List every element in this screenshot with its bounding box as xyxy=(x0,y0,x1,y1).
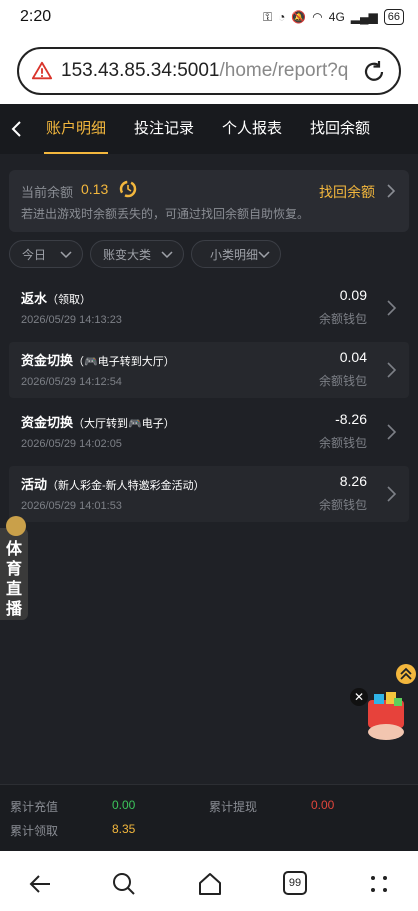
record-title: 资金切换（大厅转到🎮电子） xyxy=(21,412,175,431)
withdraw-total-value: 0.00 xyxy=(311,798,335,812)
record-subtype: （大厅转到🎮电子） xyxy=(73,418,175,430)
chevron-down-icon xyxy=(258,251,270,259)
address-bar[interactable]: 153.43.85.34:5001/home/report?q xyxy=(17,47,401,95)
battery-icon: 66 xyxy=(383,9,404,25)
record-type: 资金切换 xyxy=(21,353,74,368)
back-arrow-icon[interactable] xyxy=(28,871,54,897)
claimed-total-label: 累计领取 xyxy=(10,824,59,838)
mute-icon: 🔕 xyxy=(291,10,307,24)
record-title: 返水（领取） xyxy=(21,288,91,307)
reload-icon[interactable] xyxy=(361,59,387,85)
record-wallet: 余额钱包 xyxy=(318,374,367,388)
record-subtype: （🎮电子转到大厅） xyxy=(73,356,175,368)
record-time: 2026/05/29 14:01:53 xyxy=(21,500,122,512)
tabs-icon[interactable]: 99 xyxy=(283,871,307,895)
record-title: 活动（新人彩金-新人特邀彩金活动） xyxy=(21,474,205,493)
balance-hint: 若进出游戏时余额丢失的，可通过找回余额自助恢复。 xyxy=(21,207,310,221)
refresh-balance-icon[interactable] xyxy=(119,180,137,198)
summary-footer: 累计充值 0.00 累计提现 0.00 累计领取 8.35 xyxy=(0,784,418,851)
filter-category[interactable]: 账变大类 xyxy=(90,240,184,268)
record-subtype: （领取） xyxy=(47,294,92,306)
record-type: 返水 xyxy=(21,291,48,306)
browser-bottom-nav: 99 xyxy=(0,851,418,911)
home-icon[interactable] xyxy=(197,871,223,897)
chevron-right-icon xyxy=(387,300,397,316)
record-time: 2026/05/29 14:02:05 xyxy=(21,438,122,450)
filter-category-label: 账变大类 xyxy=(103,247,152,262)
sports-live-label: 体育直播 xyxy=(5,541,22,618)
tab-recover-balance[interactable]: 找回余额 xyxy=(304,104,376,154)
speed-icon: ◔ xyxy=(278,10,286,24)
record-row[interactable]: 活动（新人彩金-新人特邀彩金活动） 2026/05/29 14:01:53 8.… xyxy=(9,466,409,522)
key-icon: ⚿ xyxy=(262,9,273,24)
filter-date[interactable]: 今日 xyxy=(9,240,83,268)
filter-subcategory-label: 小类明细 xyxy=(210,247,258,262)
url-path: /home/report?q xyxy=(219,60,349,81)
filter-date-label: 今日 xyxy=(22,247,47,262)
record-row[interactable]: 资金切换（🎮电子转到大厅） 2026/05/29 14:12:54 0.04 余… xyxy=(9,342,409,398)
recharge-total-value: 0.00 xyxy=(112,798,136,812)
tab-personal-report[interactable]: 个人报表 xyxy=(216,104,288,154)
status-bar: 2:20 ⚿ ◔ 🔕 ◠ 4G ▂▄▆ 66 xyxy=(0,0,418,36)
record-type: 资金切换 xyxy=(21,415,74,430)
sports-live-float[interactable]: 体育直播 xyxy=(0,516,28,620)
record-wallet: 余额钱包 xyxy=(318,498,367,512)
record-row[interactable]: 返水（领取） 2026/05/29 14:13:23 0.09 余额钱包 xyxy=(9,280,409,336)
record-amount: 0.09 xyxy=(339,287,367,303)
tab-account-details[interactable]: 账户明细 xyxy=(40,104,112,154)
balance-card: 当前余额 0.13 若进出游戏时余额丢失的，可通过找回余额自助恢复。 找回余额 xyxy=(9,170,409,232)
report-page: 账户明细 投注记录 个人报表 找回余额 当前余额 0.13 若进出游戏时余额丢失… xyxy=(0,104,418,851)
chevron-right-icon[interactable] xyxy=(385,183,397,199)
signal-icon-2: ▂▄▆ xyxy=(350,10,378,24)
tab-bet-records[interactable]: 投注记录 xyxy=(128,104,200,154)
url-text[interactable]: 153.43.85.34:5001/home/report?q xyxy=(61,60,351,82)
record-amount: -8.26 xyxy=(335,411,367,427)
record-row[interactable]: 资金切换（大厅转到🎮电子） 2026/05/29 14:02:05 -8.26 … xyxy=(9,404,409,460)
scroll-top-button[interactable] xyxy=(396,664,416,684)
more-icon[interactable] xyxy=(366,871,392,897)
withdraw-total-label: 累计提现 xyxy=(209,800,258,814)
filter-subcategory[interactable]: 小类明细 xyxy=(191,240,281,268)
chevron-right-icon xyxy=(387,486,397,502)
back-chevron-icon[interactable] xyxy=(8,119,26,139)
record-time: 2026/05/29 14:12:54 xyxy=(21,376,122,388)
balance-value: 0.13 xyxy=(81,181,109,197)
record-type: 活动 xyxy=(21,477,48,492)
wifi-icon: ◠ xyxy=(312,10,323,24)
chevron-right-icon xyxy=(387,362,397,378)
record-amount: 0.04 xyxy=(339,349,367,365)
double-chevron-up-icon xyxy=(400,667,412,680)
record-subtype: （新人彩金-新人特邀彩金活动） xyxy=(47,480,205,492)
warning-icon[interactable] xyxy=(31,60,53,82)
browser-toolbar: 153.43.85.34:5001/home/report?q xyxy=(0,36,418,104)
chevron-right-icon xyxy=(387,424,397,440)
record-amount: 8.26 xyxy=(339,473,367,489)
close-icon[interactable]: ✕ xyxy=(350,688,368,706)
chevron-down-icon xyxy=(161,251,173,259)
record-time: 2026/05/29 14:13:23 xyxy=(21,314,122,326)
chevron-down-icon xyxy=(60,251,72,259)
status-time: 2:20 xyxy=(20,8,52,25)
top-nav: 账户明细 投注记录 个人报表 找回余额 xyxy=(0,104,418,154)
record-wallet: 余额钱包 xyxy=(318,312,367,326)
search-icon[interactable] xyxy=(111,871,137,897)
signal-icon: 4G xyxy=(328,10,345,24)
recharge-total-label: 累计充值 xyxy=(10,800,59,814)
url-host: 153.43.85.34:5001 xyxy=(61,60,220,81)
record-wallet: 余额钱包 xyxy=(318,436,367,450)
balance-label: 当前余额 xyxy=(21,185,74,200)
status-icons: ⚿ ◔ 🔕 ◠ 4G ▂▄▆ 66 xyxy=(263,9,404,25)
recover-balance-link[interactable]: 找回余额 xyxy=(319,182,375,202)
sports-logo-icon xyxy=(6,516,26,536)
record-title: 资金切换（🎮电子转到大厅） xyxy=(21,350,175,369)
claimed-total-value: 8.35 xyxy=(112,822,136,836)
